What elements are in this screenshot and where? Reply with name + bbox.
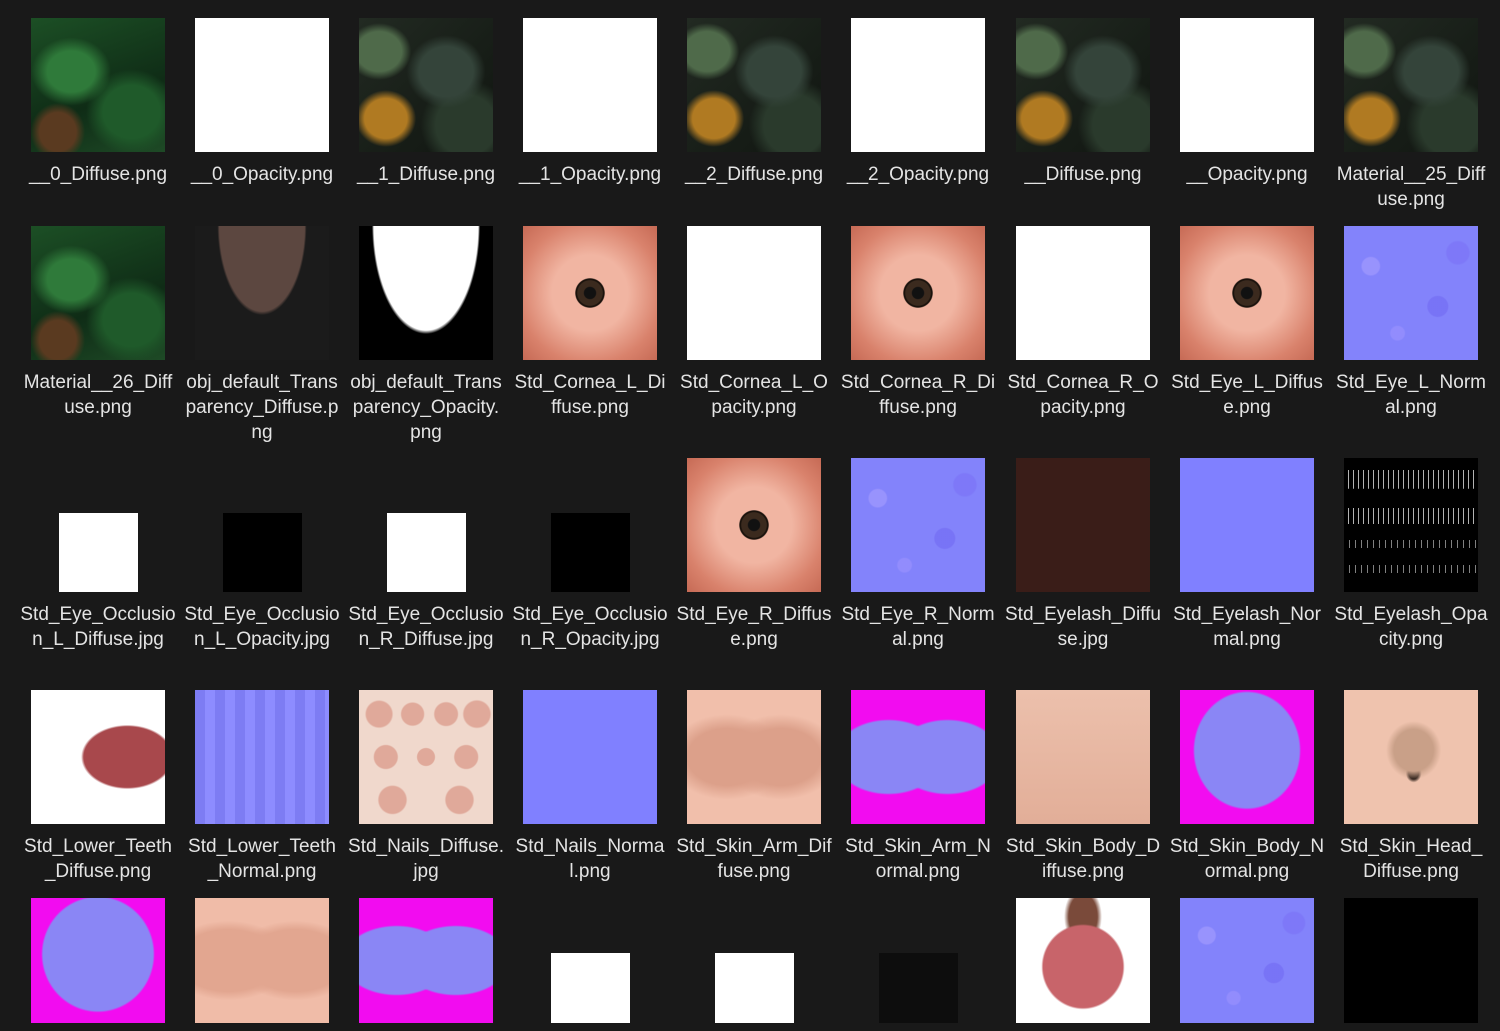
file-name: __0_Opacity.png (190, 164, 334, 185)
file-thumbnail (1344, 458, 1478, 592)
file-name: Std_Cornea_R_Diffuse.png (840, 372, 996, 418)
file-thumbnail (222, 513, 302, 592)
file-thumbnail (523, 226, 657, 360)
file-thumbnail (1344, 226, 1478, 360)
file-name: __1_Diffuse.png (356, 164, 496, 185)
file-name: Std_Cornea_L_Diffuse.png (514, 372, 666, 418)
file-thumbnail (58, 513, 138, 592)
file-thumbnail (1344, 690, 1478, 824)
file-thumbnail (851, 226, 985, 360)
file-thumbnail (359, 226, 493, 360)
file-thumbnail (851, 458, 985, 592)
file-thumbnail (31, 690, 165, 824)
file-thumbnail (1180, 226, 1314, 360)
file-thumbnail (687, 226, 821, 360)
file-name: obj_default_Transparency_Opacity.png (350, 372, 502, 443)
file-thumbnail (687, 458, 821, 592)
file-name: __0_Diffuse.png (28, 164, 168, 185)
file-thumbnail (523, 18, 657, 152)
file-thumbnail (550, 513, 630, 592)
file-name: Std_Cornea_R_Opacity.png (1007, 372, 1159, 418)
file-thumbnail (1344, 18, 1478, 152)
file-thumbnail (1016, 458, 1150, 592)
file-thumbnail (550, 953, 630, 1023)
file-thumbnail (31, 226, 165, 360)
file-thumbnail (31, 18, 165, 152)
file-name: Std_Eyelash_Normal.png (1173, 604, 1321, 650)
file-name: Std_Skin_Arm_Normal.png (845, 836, 991, 882)
file-name: Std_Lower_Teeth_Diffuse.png (24, 836, 172, 882)
file-thumbnail (195, 690, 329, 824)
file-name: Std_Skin_Arm_Diffuse.png (676, 836, 832, 882)
file-name: Std_Eyelash_Diffuse.jpg (1005, 604, 1161, 650)
file-thumbnail (687, 18, 821, 152)
file-thumbnail (523, 690, 657, 824)
file-thumbnail (1180, 18, 1314, 152)
file-name: Std_Eye_R_Diffuse.png (676, 604, 832, 650)
file-name: Std_Cornea_L_Opacity.png (680, 372, 828, 418)
file-thumbnail (1180, 690, 1314, 824)
file-thumbnail (851, 18, 985, 152)
file-thumbnail (714, 953, 794, 1023)
file-thumbnail (195, 18, 329, 152)
file-thumbnail (878, 953, 958, 1023)
file-thumbnail (386, 513, 466, 592)
file-name: Std_Skin_Body_Normal.png (1169, 836, 1325, 882)
file-name: __2_Opacity.png (846, 164, 990, 185)
file-name: Std_Eye_L_Normal.png (1336, 372, 1486, 418)
file-thumbnail (1016, 226, 1150, 360)
file-thumbnail (1180, 458, 1314, 592)
file-thumbnail-grid: __0_Diffuse.png __0_Opacity.png __1_Diffus… (0, 0, 1500, 1031)
file-name: Std_Eye_L_Diffuse.png (1171, 372, 1323, 418)
file-thumbnail (1016, 18, 1150, 152)
file-thumbnail (195, 898, 329, 1023)
file-name: Std_Eye_R_Normal.png (841, 604, 995, 650)
file-name: Std_Eye_Occlusion_R_Diffuse.jpg (348, 604, 504, 650)
file-thumbnail (359, 18, 493, 152)
file-name: Material__26_Diffuse.png (23, 372, 173, 418)
file-thumbnail (1016, 898, 1150, 1023)
file-name: __2_Diffuse.png (684, 164, 824, 185)
file-name: Std_Nails_Normal.png (515, 836, 665, 882)
file-name: obj_default_Transparency_Diffuse.png (185, 372, 339, 443)
file-name: Material__25_Diffuse.png (1336, 164, 1486, 210)
file-name: Std_Eye_Occlusion_R_Opacity.jpg (512, 604, 668, 650)
file-name: Std_Eye_Occlusion_L_Diffuse.jpg (20, 604, 176, 650)
file-name: __Opacity.png (1186, 164, 1308, 185)
file-thumbnail (359, 898, 493, 1023)
file-name: Std_Skin_Body_Diffuse.png (1005, 836, 1161, 882)
file-thumbnail (1180, 898, 1314, 1023)
file-thumbnail (359, 690, 493, 824)
file-name: Std_Nails_Diffuse.jpg (348, 836, 504, 882)
file-name: __1_Opacity.png (518, 164, 662, 185)
file-thumbnail (851, 690, 985, 824)
file-name: Std_Skin_Head_Diffuse.png (1339, 836, 1483, 882)
file-name: Std_Eyelash_Opacity.png (1334, 604, 1488, 650)
file-name: Std_Eye_Occlusion_L_Opacity.jpg (184, 604, 340, 650)
file-name: Std_Lower_Teeth_Normal.png (188, 836, 336, 882)
file-name: __Diffuse.png (1024, 164, 1142, 185)
file-thumbnail (1016, 690, 1150, 824)
file-thumbnail (195, 226, 329, 360)
file-thumbnail (31, 898, 165, 1023)
file-thumbnail (687, 690, 821, 824)
file-thumbnail (1344, 898, 1478, 1023)
